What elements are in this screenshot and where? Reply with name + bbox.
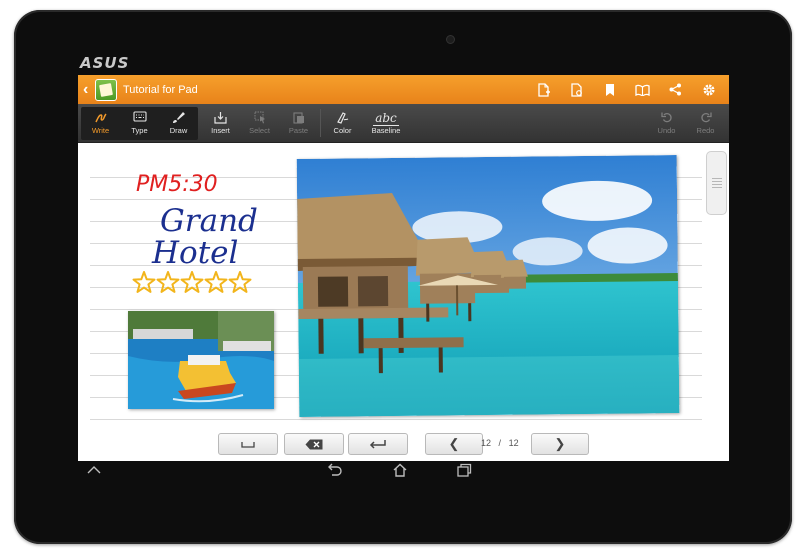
paste-label: Paste [288, 126, 309, 135]
page-settings-icon[interactable] [560, 75, 593, 104]
select-icon [254, 111, 266, 126]
total-pages: 12 [508, 438, 519, 448]
next-page-button[interactable]: ❯ [531, 433, 589, 455]
baseline-icon: abc [373, 111, 399, 126]
star-rating [132, 271, 252, 293]
redo-button[interactable]: Redo [686, 107, 725, 140]
backspace-icon [305, 439, 323, 449]
select-label: Select [249, 126, 270, 135]
chevron-right-icon: ❯ [554, 436, 566, 451]
insert-button[interactable]: Insert [201, 107, 240, 140]
enter-icon [369, 439, 386, 449]
paste-button[interactable]: Paste [279, 107, 318, 140]
backspace-button[interactable] [284, 433, 344, 455]
star-icon [228, 271, 252, 293]
resort-photo [296, 155, 680, 417]
baseline-label: Baseline [371, 126, 401, 135]
recent-apps-icon[interactable] [456, 463, 472, 480]
gear-icon[interactable] [692, 75, 725, 104]
write-icon [94, 111, 107, 126]
undo-button[interactable]: Undo [647, 107, 686, 140]
space-icon [241, 441, 255, 448]
notebook-title: Tutorial for Pad [123, 83, 198, 96]
back-icon[interactable] [326, 463, 342, 479]
share-icon[interactable] [659, 75, 692, 104]
star-icon [180, 271, 204, 293]
app-screen: ‹ Tutorial for Pad Write Type Draw Inser… [78, 75, 729, 461]
page-scroll-handle[interactable] [706, 151, 727, 215]
brand-logo: ASUS [80, 54, 130, 72]
color-button[interactable]: Color [323, 107, 362, 140]
page-indicator: 12 / 12 [481, 438, 519, 448]
paste-icon [292, 111, 305, 126]
undo-icon [660, 111, 673, 126]
star-icon [156, 271, 180, 293]
write-label: Write [91, 126, 110, 135]
hide-keyboard-icon[interactable] [86, 463, 102, 478]
edit-toolbar: Write Type Draw Insert Select Paste Colo… [78, 104, 729, 143]
type-mode-button[interactable]: Type [120, 107, 159, 140]
undo-label: Undo [657, 126, 676, 135]
keyboard-icon [132, 111, 147, 126]
draw-label: Draw [169, 126, 188, 135]
insert-icon [214, 111, 227, 126]
color-label: Color [333, 126, 352, 135]
note-page[interactable]: PM5:30 Grand Hotel ❮ 12 / 12 ❯ [78, 143, 729, 461]
handwritten-note: PM5:30 Grand Hotel [132, 172, 258, 293]
star-icon [132, 271, 156, 293]
redo-icon [700, 111, 712, 126]
page-separator: / [498, 438, 502, 448]
brush-icon [172, 111, 185, 126]
ruled-line [90, 419, 702, 420]
space-button[interactable] [218, 433, 278, 455]
current-page: 12 [481, 438, 492, 448]
back-chevron-icon[interactable]: ‹ [83, 81, 93, 99]
bookmark-icon[interactable] [593, 75, 626, 104]
baseline-button[interactable]: abc Baseline [362, 107, 410, 140]
write-mode-button[interactable]: Write [81, 107, 120, 140]
book-icon[interactable] [626, 75, 659, 104]
insert-label: Insert [211, 126, 230, 135]
app-icon[interactable] [95, 78, 117, 101]
home-icon[interactable] [392, 463, 408, 480]
select-button[interactable]: Select [240, 107, 279, 140]
handwritten-hotel: Hotel [151, 235, 238, 271]
input-mode-group: Write Type Draw [81, 106, 198, 140]
type-label: Type [131, 126, 148, 135]
toolbar-divider [320, 109, 321, 137]
boat-photo [128, 311, 274, 409]
enter-button[interactable] [348, 433, 408, 455]
pen-color-icon [336, 111, 349, 126]
add-page-icon[interactable] [527, 75, 560, 104]
previous-page-button[interactable]: ❮ [425, 433, 483, 455]
handwritten-grand: Grand [160, 203, 258, 239]
bottom-controls: ❮ 12 / 12 ❯ [78, 429, 729, 459]
system-navigation-bar [78, 461, 729, 483]
action-bar: ‹ Tutorial for Pad [78, 75, 729, 104]
draw-mode-button[interactable]: Draw [159, 107, 198, 140]
front-camera [446, 35, 455, 44]
redo-label: Redo [696, 126, 715, 135]
star-icon [204, 271, 228, 293]
handwritten-time: PM5:30 [136, 172, 218, 197]
chevron-left-icon: ❮ [448, 436, 460, 451]
